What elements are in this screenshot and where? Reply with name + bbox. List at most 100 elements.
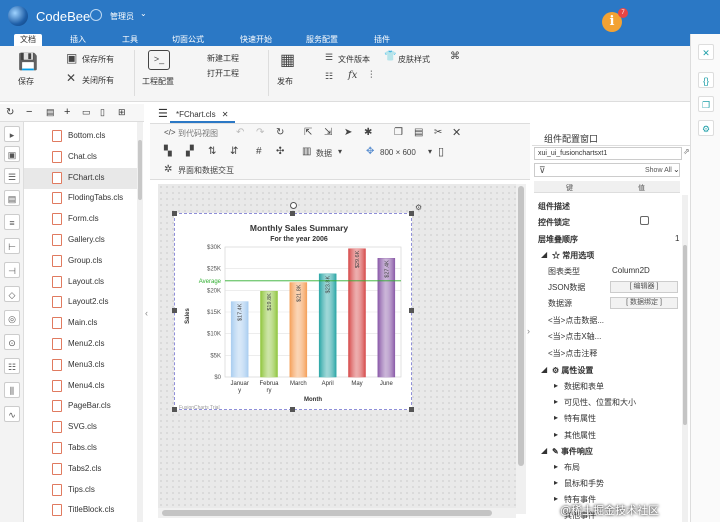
- group-other[interactable]: 其他属性: [564, 430, 596, 441]
- paste-icon[interactable]: ▤: [414, 127, 423, 138]
- to-code-view-button[interactable]: 到代码视图: [178, 128, 218, 139]
- file-item[interactable]: Menu2.cls: [24, 334, 137, 355]
- group-visibility[interactable]: 可见性、位置和大小: [564, 397, 636, 408]
- snap-icon[interactable]: ✣: [276, 146, 284, 157]
- section-common[interactable]: ☆ 常用选项: [552, 250, 594, 261]
- form-icon[interactable]: ≡: [4, 214, 20, 230]
- file-item[interactable]: TitleBlock.cls: [24, 500, 137, 521]
- layout-icon[interactable]: ▤: [4, 190, 20, 206]
- expand-arrow-icon[interactable]: ▸: [554, 381, 558, 390]
- resize-handle[interactable]: [409, 407, 414, 412]
- group-special[interactable]: 特有属性: [564, 413, 596, 424]
- file-item[interactable]: Gallery.cls: [24, 230, 137, 251]
- property-filter[interactable]: ⊽ Show All ⌄: [534, 163, 680, 177]
- menu-item-formula[interactable]: 切面公式: [172, 34, 204, 46]
- lock-checkbox[interactable]: [640, 216, 649, 225]
- panel-scroll-thumb[interactable]: [683, 245, 687, 425]
- json-icon[interactable]: {}: [698, 72, 714, 88]
- file-item[interactable]: Group.cls: [24, 251, 137, 272]
- resize-handle[interactable]: [409, 211, 414, 216]
- component-id-field[interactable]: xui_ui_fusionchartsxt1: [534, 147, 682, 160]
- file-item[interactable]: Bottom.cls: [24, 126, 137, 147]
- expand-icon[interactable]: ◢: [541, 365, 547, 374]
- import-icon[interactable]: ⇲: [324, 127, 332, 138]
- file-item[interactable]: FChart.cls: [24, 167, 137, 189]
- layers-icon[interactable]: ❐: [698, 96, 714, 112]
- collapse-left-icon[interactable]: ‹: [145, 308, 148, 318]
- data-dropdown[interactable]: 数据: [316, 148, 332, 159]
- file-item[interactable]: Tabs2.cls: [24, 459, 137, 480]
- tree-icon[interactable]: ⊢: [4, 238, 20, 254]
- arrow-right-icon[interactable]: ▸: [4, 126, 20, 142]
- file-icon[interactable]: ▯: [100, 107, 105, 118]
- file-list-scroll-thumb[interactable]: [138, 140, 142, 200]
- file-item[interactable]: Menu4.cls: [24, 376, 137, 397]
- code-icon[interactable]: </>: [164, 128, 176, 137]
- gear-icon[interactable]: ⚙: [415, 203, 422, 212]
- prop-zorder-value[interactable]: 1: [675, 234, 679, 243]
- tab-fchart[interactable]: *FChart.cls ✕: [170, 107, 235, 123]
- save-icon[interactable]: 💾: [18, 52, 38, 72]
- copy-icon[interactable]: ❐: [394, 127, 403, 138]
- canvas-vertical-thumb[interactable]: [518, 186, 524, 466]
- expand-arrow-icon[interactable]: ▸: [554, 494, 558, 503]
- user-icon[interactable]: [90, 9, 102, 21]
- translate-icon[interactable]: ⌘: [450, 51, 460, 62]
- open-project-button[interactable]: 打开工程: [207, 68, 239, 79]
- expand-arrow-icon[interactable]: ▸: [554, 478, 558, 487]
- folder-icon[interactable]: ▭: [82, 107, 91, 118]
- external-link-icon[interactable]: ⇗: [683, 147, 690, 156]
- refresh-icon[interactable]: ↻: [6, 107, 14, 118]
- menu-item-insert[interactable]: 插入: [70, 34, 86, 46]
- expand-arrow-icon[interactable]: ▸: [554, 413, 558, 422]
- username[interactable]: 管理员: [110, 11, 134, 22]
- file-item[interactable]: Tips.cls: [24, 480, 137, 501]
- close-all-button[interactable]: 关闭所有: [82, 75, 114, 86]
- canvas-horizontal-thumb[interactable]: [162, 510, 492, 516]
- group-icon[interactable]: ▚: [164, 146, 172, 157]
- skin-style-button[interactable]: 皮肤样式: [398, 54, 430, 65]
- editor-button[interactable]: [ 编辑器 ]: [610, 281, 678, 293]
- save-button[interactable]: 保存: [18, 76, 34, 87]
- section-prop-settings[interactable]: ⚙ 属性设置: [552, 365, 593, 376]
- resize-handle[interactable]: [290, 211, 295, 216]
- interaction-button[interactable]: 界面和数据交互: [178, 165, 234, 176]
- chevron-down-icon[interactable]: ⌄: [140, 9, 147, 18]
- file-item[interactable]: SVG.cls: [24, 417, 137, 438]
- fusionchart-component[interactable]: Monthly Sales Summary For the year 2006 …: [174, 213, 412, 411]
- event-click-note[interactable]: <当>点击注释: [548, 348, 597, 359]
- config-icon[interactable]: >_: [148, 50, 170, 70]
- rotate-handle[interactable]: [290, 202, 297, 209]
- grid-icon[interactable]: ☷: [325, 71, 333, 82]
- add-icon[interactable]: +: [64, 106, 70, 118]
- save-all-button[interactable]: 保存所有: [82, 54, 114, 65]
- file-item[interactable]: Layout.cls: [24, 272, 137, 293]
- ungroup-icon[interactable]: ▞: [186, 146, 194, 157]
- chevron-down-icon[interactable]: ▾: [428, 147, 432, 156]
- expand-icon[interactable]: ◢: [541, 250, 547, 259]
- group-layout[interactable]: 布局: [564, 462, 580, 473]
- reload-icon[interactable]: ↻: [276, 127, 284, 138]
- split-icon[interactable]: ⊣: [4, 262, 20, 278]
- remove-icon[interactable]: −: [26, 106, 32, 118]
- resize-handle[interactable]: [290, 407, 295, 412]
- database-icon[interactable]: ▥: [302, 146, 311, 157]
- redo-icon[interactable]: ↷: [256, 127, 264, 138]
- close-panel-icon[interactable]: ✕: [698, 44, 714, 60]
- expand-icon[interactable]: ◢: [541, 446, 547, 455]
- menu-item-quickstart[interactable]: 快速开始: [240, 34, 272, 46]
- file-item[interactable]: Form.cls: [24, 209, 137, 230]
- group-data-table[interactable]: 数据和表单: [564, 381, 604, 392]
- bug-icon[interactable]: ✱: [364, 127, 372, 138]
- filter-icon[interactable]: ⊽: [539, 165, 546, 176]
- file-item[interactable]: Chat.cls: [24, 147, 137, 168]
- project-config-button[interactable]: 工程配置: [142, 76, 174, 87]
- data-bind-button[interactable]: [ 数据绑定 ]: [610, 297, 678, 309]
- menu-item-service[interactable]: 服务配置: [306, 34, 338, 46]
- equalizer-icon[interactable]: ⫼: [4, 382, 20, 398]
- cut-icon[interactable]: ✂: [434, 127, 442, 138]
- resize-handle[interactable]: [172, 407, 177, 412]
- resize-handle[interactable]: [172, 211, 177, 216]
- shapes-icon[interactable]: ◇: [4, 286, 20, 302]
- expand-arrow-icon[interactable]: ▸: [554, 462, 558, 471]
